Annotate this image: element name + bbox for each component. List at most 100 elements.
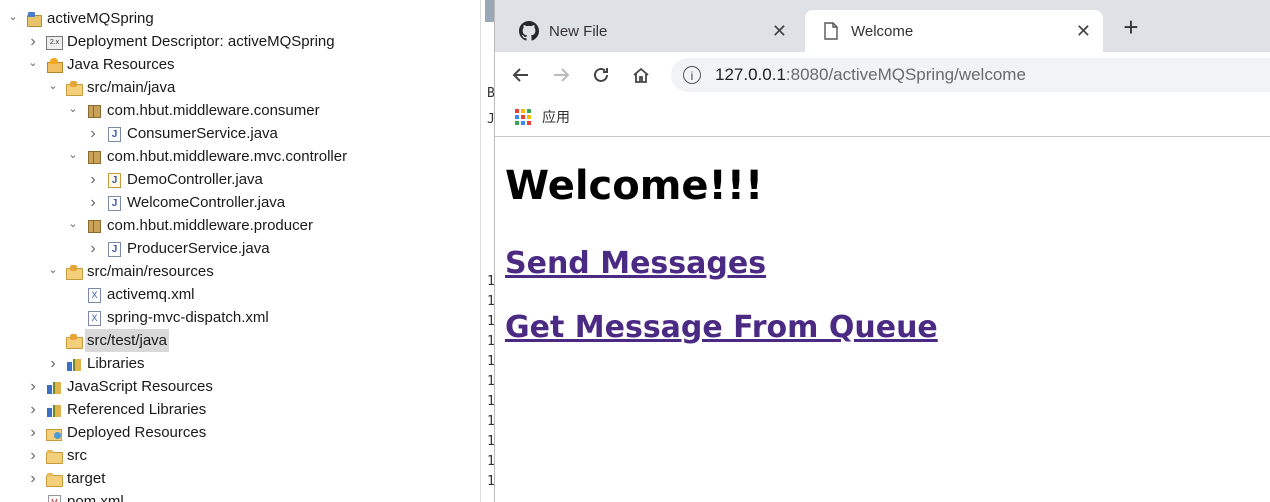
java-file-icon xyxy=(106,241,122,257)
tree-item[interactable]: › WelcomeController.java xyxy=(0,191,285,214)
tree-item[interactable]: ⌄ com.hbut.middleware.mvc.controller xyxy=(0,145,347,168)
pom-file-icon xyxy=(46,494,62,502)
chevron-down-icon[interactable]: ⌄ xyxy=(66,147,80,161)
tree-item[interactable]: ⌄ src/main/java xyxy=(0,76,175,99)
bookmarks-bar: 应用 xyxy=(495,98,1270,137)
tree-item[interactable]: › JavaScript Resources xyxy=(0,375,213,398)
library-icon xyxy=(46,402,62,418)
tree-item[interactable]: ⌄ src/main/resources xyxy=(0,260,213,283)
chevron-down-icon[interactable]: ⌄ xyxy=(66,101,80,115)
chevron-right-icon[interactable]: › xyxy=(86,171,100,188)
package-icon xyxy=(86,103,102,119)
tree-item[interactable]: ⌄ com.hbut.middleware.consumer xyxy=(0,99,319,122)
background-editor-strip: B J 11111111111 xyxy=(480,0,495,502)
chevron-right-icon[interactable]: › xyxy=(86,125,100,142)
tree-item[interactable]: › src xyxy=(0,444,87,467)
xml-file-icon xyxy=(86,287,102,303)
chevron-down-icon[interactable]: ⌄ xyxy=(46,78,60,92)
address-bar[interactable]: i 127.0.0.1:8080/activeMQSpring/welcome xyxy=(671,58,1270,92)
library-icon xyxy=(66,356,82,372)
tree-item[interactable]: › Deployment Descriptor: activeMQSpring xyxy=(0,30,335,53)
deployment-descriptor-icon xyxy=(46,34,63,50)
java-file-icon xyxy=(106,195,122,211)
github-icon xyxy=(519,21,539,41)
url-text[interactable]: 127.0.0.1:8080/activeMQSpring/welcome xyxy=(715,65,1026,85)
close-icon[interactable]: ✕ xyxy=(1076,21,1091,41)
forward-arrow-icon[interactable] xyxy=(547,61,575,89)
tree-item[interactable]: › target xyxy=(0,467,105,490)
chevron-right-icon[interactable]: › xyxy=(26,401,40,418)
chevron-right-icon[interactable]: › xyxy=(26,470,40,487)
chevron-down-icon[interactable]: ⌄ xyxy=(6,9,20,23)
back-arrow-icon[interactable] xyxy=(507,61,535,89)
tree-item[interactable]: ⌄ activeMQSpring xyxy=(0,7,154,30)
reload-icon[interactable] xyxy=(587,61,615,89)
browser-toolbar: i 127.0.0.1:8080/activeMQSpring/welcome xyxy=(495,52,1270,98)
tree-item[interactable]: pom.xml xyxy=(0,490,124,502)
folder-icon xyxy=(46,471,63,487)
chevron-right-icon[interactable]: › xyxy=(86,240,100,257)
home-icon[interactable] xyxy=(627,61,655,89)
tree-item[interactable]: › Referenced Libraries xyxy=(0,398,206,421)
tree-item-label: target xyxy=(67,470,106,487)
url-host: 127.0.0.1 xyxy=(715,65,786,84)
tree-item-label: WelcomeController.java xyxy=(127,194,286,211)
tree-item-label: Deployed Resources xyxy=(67,424,207,441)
tree-item[interactable]: spring-mvc-dispatch.xml xyxy=(0,306,269,329)
tree-item-label: com.hbut.middleware.mvc.controller xyxy=(107,148,348,165)
editor-scrollbar-thumb[interactable] xyxy=(485,0,494,22)
tree-item-label: src/main/java xyxy=(87,79,176,96)
tree-item[interactable]: src/test/java xyxy=(0,329,170,352)
info-icon[interactable]: i xyxy=(683,66,701,84)
send-messages-link[interactable]: Send Messages xyxy=(505,246,766,281)
chevron-right-icon[interactable]: › xyxy=(26,378,40,395)
tree-item[interactable]: › Deployed Resources xyxy=(0,421,206,444)
chevron-right-icon[interactable]: › xyxy=(86,194,100,211)
tree-item[interactable]: activemq.xml xyxy=(0,283,195,306)
close-icon[interactable]: ✕ xyxy=(772,21,787,41)
library-icon xyxy=(46,379,62,395)
tree-item-label: src/test/java xyxy=(85,329,170,352)
tree-item[interactable]: › ConsumerService.java xyxy=(0,122,278,145)
project-explorer: ⌄ activeMQSpring › Deployment Descriptor: a… xyxy=(0,0,480,502)
chevron-down-icon[interactable]: ⌄ xyxy=(66,216,80,230)
source-folder-icon xyxy=(66,264,83,280)
tab-new-file[interactable]: New File ✕ xyxy=(503,10,799,52)
chevron-right-icon[interactable]: › xyxy=(26,33,40,50)
tree-item[interactable]: ⌄ com.hbut.middleware.producer xyxy=(0,214,313,237)
tree-item-label: pom.xml xyxy=(67,493,124,502)
chevron-right-icon[interactable]: › xyxy=(26,447,40,464)
apps-bookmark[interactable]: 应用 xyxy=(542,107,570,127)
tab-title: Welcome xyxy=(851,22,914,40)
chevron-right-icon[interactable]: › xyxy=(26,424,40,441)
chevron-right-icon[interactable]: › xyxy=(46,355,60,372)
deployed-resources-icon xyxy=(46,425,62,441)
tree-item[interactable]: › Libraries xyxy=(0,352,145,375)
page-title: Welcome!!! xyxy=(505,163,764,209)
web-page-content: Welcome!!! Send Messages Get Message Fro… xyxy=(495,137,1270,502)
tree-item-label: DemoController.java xyxy=(127,171,263,188)
project-icon xyxy=(26,10,42,27)
new-tab-button[interactable]: + xyxy=(1117,14,1145,42)
xml-file-icon xyxy=(86,310,102,326)
chevron-down-icon[interactable]: ⌄ xyxy=(46,262,60,276)
tree-item[interactable]: ⌄ Java Resources xyxy=(0,53,174,76)
tab-title: New File xyxy=(549,22,608,40)
url-path: :8080/activeMQSpring/welcome xyxy=(785,65,1026,84)
page-icon xyxy=(821,21,841,41)
tree-item-label: Libraries xyxy=(87,355,145,372)
tree-item[interactable]: › ProducerService.java xyxy=(0,237,269,260)
tree-item-label: Deployment Descriptor: activeMQSpring xyxy=(67,33,335,50)
tab-welcome[interactable]: Welcome ✕ xyxy=(805,10,1103,52)
tree-item[interactable]: › DemoController.java xyxy=(0,168,263,191)
browser-window: New File ✕ Welcome ✕ + i 127.0.0.1:8080/… xyxy=(494,0,1270,502)
chevron-down-icon[interactable]: ⌄ xyxy=(26,55,40,69)
get-message-link[interactable]: Get Message From Queue xyxy=(505,310,938,345)
tree-item-label: com.hbut.middleware.producer xyxy=(107,217,313,234)
apps-grid-icon[interactable] xyxy=(515,109,531,125)
tree-item-label: activeMQSpring xyxy=(47,10,154,27)
